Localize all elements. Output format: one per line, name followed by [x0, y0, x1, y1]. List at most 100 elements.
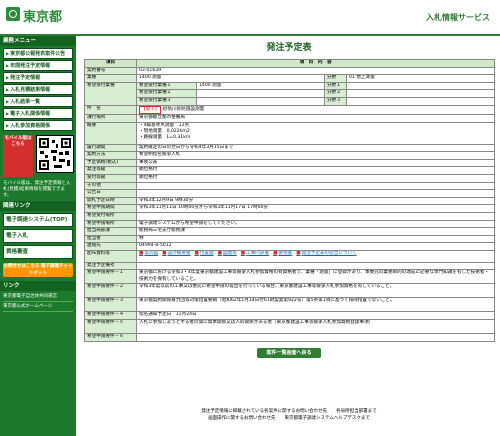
field-value: 01 地上測量 — [345, 74, 496, 83]
sidebar-link-e-gov[interactable]: 東京都電子自治体共同運営 — [3, 293, 73, 302]
table-row: 予定価格(税込) 事後公表 — [84, 158, 496, 168]
sidebar-item-annual[interactable]: 年間発注予定情報 — [3, 60, 73, 71]
sidebar-item-koho[interactable]: 東京都公報発表案件公告 — [3, 48, 73, 59]
table-row: 希望申請要件－３ 東京都契約関係暴力団等対策措置要綱（昭和62年1月14日付61財… — [84, 297, 496, 313]
related-value — [135, 261, 496, 271]
remark-value: 東京都における令和3・4年度東京都建設工事等競争入札参加資格の有資格者で、業種「… — [135, 269, 496, 285]
file-link[interactable]: 図面等 — [218, 251, 237, 257]
row-label: 連絡先 — [84, 242, 137, 251]
table-row: 希望受付業種２ 分野２ — [85, 89, 496, 98]
remark-value — [135, 333, 496, 342]
sidebar-item-order-plan[interactable]: 発注予定情報 — [3, 72, 73, 83]
desired-value — [196, 96, 325, 106]
desired-field: 分野３ — [324, 96, 347, 106]
desired-field: 分野２ — [324, 89, 347, 98]
budget-value: 事後公表 — [135, 158, 496, 168]
sidebar-item-e-bid[interactable]: 電子入札関係情報 — [3, 108, 73, 119]
footer-line: 画面操作に関するお問い合わせ先 東京都電子調達システムヘルプデスクまで — [208, 416, 370, 421]
tokyo-logo[interactable]: 東京都 — [6, 6, 66, 25]
sidebar-item-qualification[interactable]: 入札参加資格関係 — [3, 120, 73, 131]
sidebar-section-title: 業務メニュー — [0, 36, 76, 46]
table-row: 希望申請期間 令和3年11月11日 10時00分から令和3年11月17日 17時0… — [84, 204, 496, 213]
chatbot-button[interactable]: お問合せはこちら 電子調達チャットボット — [3, 263, 73, 277]
other-value — [135, 181, 496, 191]
row-label: 希望申請要件－２ — [84, 283, 137, 299]
row-label: 発注予定備考 — [84, 261, 137, 271]
sidebar-section2-title: 関連リンク — [0, 201, 76, 211]
table-row: 希望申請要件－５ 入札に参加しようとする者の間に資本関係又は人的関係がある者（東京… — [84, 319, 496, 335]
order-plan-table: 項目 項 目 内 容 契約番号 03-01639 業種 1400 測量 分野 0… — [84, 59, 496, 342]
file-link[interactable]: 案内図 — [139, 251, 158, 257]
accept-method-value — [135, 211, 496, 221]
back-to-list-button[interactable]: 案件一覧画面へ戻る — [257, 347, 321, 358]
sidebar-item-qualification-link[interactable]: 資格審査 — [3, 245, 73, 259]
period-value: 契約確定の日の翌日から令和4年3月15日まで — [135, 143, 496, 153]
file-link[interactable]: 位置図 — [194, 251, 214, 257]
table-row: 開札予定日時 令和3年12月9日 9時30分 — [84, 196, 496, 206]
announce-value — [135, 189, 496, 198]
col-header-content: 項 目 内 容 — [135, 59, 496, 68]
remark-value: 東京都契約関係暴力団等対策措置要綱（昭和62年1月14日付61財契発第922号）… — [135, 297, 496, 313]
row-label: 契約方法 — [84, 151, 137, 160]
row-label: 開札予定日時 — [84, 196, 137, 206]
mobile-button[interactable]: モバイル版はこちら — [3, 135, 33, 177]
row-label: 希望申請要件－３ — [84, 297, 137, 313]
table-row: その他 — [84, 181, 496, 191]
contact-person-value: 林 — [135, 234, 496, 244]
row-label: 希望申請要件－１ — [84, 269, 137, 285]
table-row: 発注予定備考 — [84, 261, 496, 271]
desired-name: 希望受付業種１ — [136, 81, 197, 91]
table-row: 希望申請要件－１ 東京都における令和3・4年度東京都建設工事等競争入札参加資格の有… — [84, 269, 496, 285]
col-header-item: 項目 — [84, 59, 137, 68]
main-content: 発注予定表 項目 項 目 内 容 契約番号 03-01639 業種 1400 測… — [84, 36, 496, 358]
remark-value: 令和3年度以前の工事又は委託に希望申請の提出を行っている場合、東京都建設工事等競… — [135, 283, 496, 299]
sidebar-item-procurement-top[interactable]: 電子調達システム(TOP) — [3, 213, 73, 227]
row-label: 件 名 — [84, 104, 137, 115]
row-label: 履行期間 — [84, 143, 137, 153]
sidebar-item-result-list[interactable]: 入札結果一覧 — [3, 96, 73, 107]
logo-text: 東京都 — [23, 10, 63, 25]
overview-line: ・路線測量 L=0.31km — [139, 135, 191, 141]
desired-name: 希望受付業種３ — [136, 96, 197, 106]
desired-field-value — [345, 96, 496, 106]
row-label: 発注等級 — [84, 166, 137, 175]
industry-value: 1400 測量 — [136, 74, 325, 83]
sidebar-item-e-bid-link[interactable]: 電子入札 — [3, 229, 73, 243]
sidebar-item-results[interactable]: 入札見積結果情報 — [3, 84, 73, 95]
table-row: 希望申請要件－６ — [84, 333, 496, 342]
row-label: 希望受付業種 — [84, 81, 137, 106]
qr-code-icon — [36, 135, 74, 173]
row-label: 業種 — [84, 74, 137, 83]
file-link[interactable]: 工事内訳書 — [241, 251, 269, 257]
file-link[interactable]: 要領書 — [273, 251, 292, 257]
remark-value: 指名通知予定日 11月24日 — [135, 311, 496, 321]
table-row: 配布資料等 案内図設計概要書位置図図面等工事内訳書要領書発注予定表の提出について — [84, 249, 496, 263]
desired-value — [196, 89, 325, 98]
table-row: 希望申請場所 電子調達システムから希望申請をしてください。 — [84, 219, 496, 229]
file-link[interactable]: 発注予定表の提出について — [296, 251, 357, 257]
table-row: 希望受付業種 希望受付業種１ 1400 測量 分野１ — [84, 81, 496, 106]
file-link[interactable]: 設計概要書 — [162, 251, 190, 257]
files-list: 案内図設計概要書位置図図面等工事内訳書要領書発注予定表の提出について — [135, 249, 496, 263]
table-row: 担当者林 — [84, 234, 496, 244]
row-label: 受付等級 — [84, 173, 137, 183]
table-row: 件 名 【電子】 砂防川砂防施設測量 — [84, 104, 496, 115]
row-label: 担当者 — [84, 234, 137, 244]
ordering-value: 順位格付 — [135, 166, 496, 175]
method-value: 希望制指名競争入札 — [135, 151, 496, 160]
table-row: 公告日 — [84, 189, 496, 198]
table-row: 履行期間 契約確定の日の翌日から令和4年3月15日まで — [84, 143, 496, 153]
table-row: 業種 1400 測量 分野 01 地上測量 — [84, 74, 496, 83]
sidebar-link-tokyo[interactable]: 東京都公式ホームページ — [3, 303, 73, 312]
table-row: 希望受付業種３ 分野３ — [85, 96, 496, 106]
desired-field-value — [345, 81, 496, 91]
submission-value: 電子調達システムから希望申請をしてください。 — [135, 219, 496, 229]
table-row: 受付等級 順位格付 — [84, 173, 496, 183]
desired-field-value — [345, 89, 496, 98]
site-name: 入札情報サービス — [426, 13, 490, 22]
mobile-section: モバイル版はこちら — [3, 135, 74, 177]
row-label: 担当局部課 — [84, 227, 137, 236]
row-label: 予定価格(税込) — [84, 158, 137, 168]
header: 東京都 入札情報サービス — [0, 0, 500, 36]
footer-line: 発注予定情報に掲載されている各案件に関するお問い合わせ先 各局所担当部署まで — [201, 409, 377, 414]
